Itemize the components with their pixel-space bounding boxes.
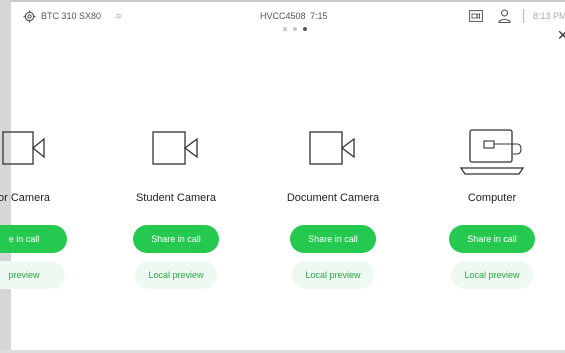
camera-icon <box>2 131 45 165</box>
source-tile-computer: Computer Share in call Local preview <box>412 120 565 300</box>
page-dot-active[interactable] <box>303 27 307 31</box>
room-id: HVCC4508 <box>260 11 306 21</box>
camera-icon <box>309 131 355 165</box>
wifi-icon: ≋ <box>115 11 123 21</box>
share-in-call-button[interactable]: Share in call <box>133 225 219 253</box>
close-icon[interactable]: ✕ <box>557 27 565 44</box>
video-monitor-icon[interactable] <box>469 10 483 22</box>
status-separator <box>523 9 524 23</box>
source-label: Computer <box>467 192 517 204</box>
source-label: Document Camera <box>286 192 380 204</box>
local-preview-button[interactable]: Local preview <box>292 261 374 289</box>
camera-icon <box>152 131 198 165</box>
local-preview-button[interactable]: preview <box>0 261 65 289</box>
share-in-call-button[interactable]: Share in call <box>449 225 535 253</box>
page-indicator <box>283 27 307 31</box>
clock: 8:13 PM <box>533 11 565 21</box>
gear-icon[interactable] <box>23 10 36 23</box>
laptop-icon <box>459 129 525 175</box>
page-dot[interactable] <box>283 27 287 31</box>
page-dot[interactable] <box>293 27 297 31</box>
source-tile-student-camera: Student Camera Share in call Local previ… <box>96 120 256 300</box>
source-tile-camera: or Camera e in call preview <box>0 120 104 300</box>
share-in-call-button[interactable]: e in call <box>0 225 67 253</box>
status-bar: BTC 310 SX80 ≋ HVCC4508 7:15 8:13 PM <box>11 2 565 30</box>
local-preview-button[interactable]: Local preview <box>135 261 217 289</box>
device-name: BTC 310 SX80 <box>41 11 102 21</box>
user-icon[interactable] <box>498 9 511 23</box>
room-time: 7:15 <box>310 11 328 21</box>
source-tile-document-camera: Document Camera Share in call Local prev… <box>253 120 413 300</box>
share-in-call-button[interactable]: Share in call <box>290 225 376 253</box>
source-label: or Camera <box>0 192 50 204</box>
source-label: Student Camera <box>135 192 217 204</box>
local-preview-button[interactable]: Local preview <box>451 261 533 289</box>
